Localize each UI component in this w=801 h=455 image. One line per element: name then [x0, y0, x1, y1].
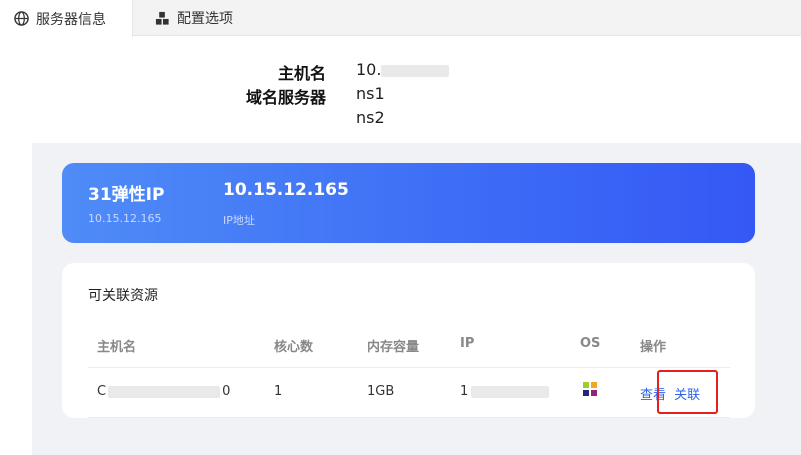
ip-card-ip: 10.15.12.165	[223, 180, 349, 200]
view-link[interactable]: 查看	[640, 388, 666, 403]
globe-icon	[14, 11, 29, 26]
ip-card-ip-sub: IP地址	[223, 214, 255, 227]
dns-label: 域名服务器	[245, 88, 326, 107]
tab-bar: 服务器信息 配置选项	[0, 0, 801, 37]
resources-title: 可关联资源	[88, 288, 158, 304]
redacted-mask	[381, 64, 450, 77]
tab-config-options[interactable]: 配置选项	[155, 0, 233, 36]
col-cores: 核心数	[274, 340, 314, 355]
elastic-ip-card: 31弹性IP 10.15.12.165 10.15.12.165 IP地址	[62, 163, 755, 243]
associate-link[interactable]: 关联	[674, 388, 700, 403]
tab-label: 服务器信息	[36, 11, 106, 28]
cell-ip: 1	[460, 384, 550, 399]
dns-value-1: ns1	[356, 84, 385, 103]
hostname-value: 10.	[356, 60, 450, 79]
redacted-mask	[108, 385, 221, 398]
cubes-icon	[155, 11, 170, 26]
cell-memory: 1GB	[367, 384, 395, 399]
ip-card-title: 31弹性IP	[88, 185, 165, 205]
cell-cores: 1	[274, 384, 283, 399]
centos-icon	[581, 380, 599, 398]
header-divider	[88, 367, 730, 368]
col-hostname: 主机名	[97, 340, 137, 355]
col-actions: 操作	[640, 340, 667, 355]
hostname-label: 主机名	[277, 64, 326, 83]
tab-server-info[interactable]: 服务器信息	[0, 0, 133, 37]
col-ip: IP	[460, 336, 475, 351]
tab-label: 配置选项	[177, 11, 233, 27]
col-memory: 内存容量	[367, 340, 420, 355]
cell-hostname: C0	[97, 384, 231, 399]
resources-card: 可关联资源 主机名 核心数 内存容量 IP OS 操作 C0 1 1GB 1 查…	[62, 263, 755, 418]
dns-value-2: ns2	[356, 108, 385, 127]
redacted-mask	[471, 385, 550, 398]
col-os: OS	[580, 336, 601, 351]
ip-card-title-sub: 10.15.12.165	[88, 212, 162, 225]
row-divider	[88, 417, 730, 418]
cell-actions: 查看 关联	[640, 384, 700, 403]
